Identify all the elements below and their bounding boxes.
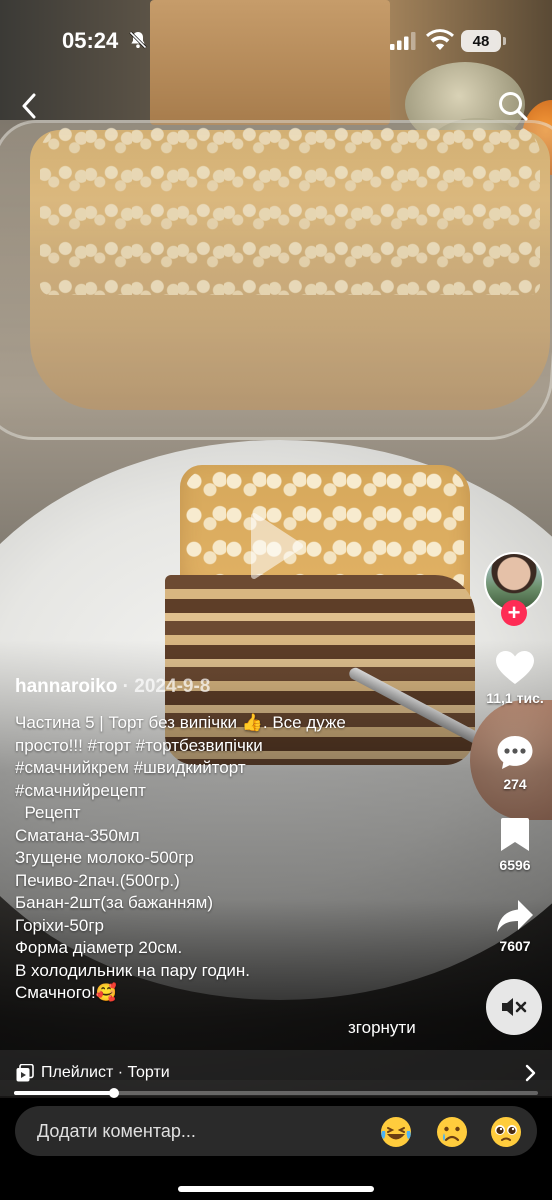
- video-caption[interactable]: Частина 5 | Торт без випічки 👍. Все дуже…: [15, 712, 455, 1005]
- comment-bar: Додати коментар...: [0, 1098, 552, 1200]
- save-count: 6596: [499, 857, 531, 873]
- pleading-emoji-icon[interactable]: [489, 1115, 523, 1149]
- save-button[interactable]: 6596: [482, 817, 548, 873]
- status-bar: 05:24 48: [0, 0, 552, 80]
- caption-line: Згущене молоко-500гр: [15, 848, 194, 867]
- wifi-icon: [426, 29, 454, 50]
- progress-fill: [14, 1091, 114, 1095]
- playlist-icon: [16, 1064, 34, 1082]
- author-line: hannaroiko · 2024-9-8: [15, 676, 210, 698]
- caption-line: Частина 5 | Торт без випічки 👍. Все дуже: [15, 713, 346, 732]
- bookmark-icon: [501, 818, 529, 851]
- comment-placeholder: Додати коментар...: [37, 1121, 196, 1141]
- share-count: 7607: [499, 938, 531, 954]
- caption-line: просто!!! #торт #тортбезвипічки: [15, 735, 263, 755]
- comment-icon: [497, 736, 533, 769]
- playlist-bar[interactable]: Плейлист · Торти: [0, 1050, 552, 1096]
- battery-tip: [503, 37, 506, 45]
- video-progress-bar[interactable]: [14, 1088, 538, 1098]
- bell-slash-icon: [129, 31, 147, 49]
- chevron-right-icon: [525, 1064, 536, 1082]
- caption-line: Банан-2шт(за бажанням): [15, 893, 213, 912]
- caption-line: Смачного!🥰: [15, 983, 117, 1002]
- comment-input[interactable]: Додати коментар...: [15, 1106, 537, 1156]
- speaker-muted-icon: [502, 998, 527, 1016]
- caption-line: Сматана-350мл: [15, 825, 140, 845]
- comment-button[interactable]: 274: [482, 734, 548, 792]
- signal-icon: [390, 32, 416, 50]
- home-indicator: [178, 1186, 374, 1192]
- caption-line: Горіхи-50гр: [15, 915, 104, 935]
- comment-count: 274: [503, 776, 527, 792]
- crying-emoji-icon: [437, 1117, 467, 1147]
- chevron-left-icon: [22, 93, 36, 119]
- battery-level: 48: [472, 32, 490, 50]
- laughing-emoji-icon: [381, 1117, 411, 1147]
- search-icon[interactable]: [497, 90, 529, 122]
- date-separator: ·: [117, 676, 135, 697]
- share-icon: [497, 900, 533, 932]
- like-count: 11,1 тис.: [486, 690, 544, 706]
- pleading-emoji-icon: [491, 1117, 521, 1147]
- follow-button[interactable]: +: [501, 600, 527, 626]
- glass-dish: [0, 120, 552, 440]
- caption-line: #смачнийкрем #швидкийторт: [15, 758, 246, 777]
- back-button[interactable]: [14, 90, 44, 122]
- mute-button[interactable]: [486, 979, 542, 1035]
- like-button[interactable]: 11,1 тис.: [482, 650, 548, 706]
- battery-icon: 48: [461, 30, 501, 52]
- post-date: 2024-9-8: [134, 676, 211, 697]
- caption-line: Печиво-2пач.(500гр.): [15, 870, 180, 890]
- laughing-emoji-icon[interactable]: [379, 1115, 413, 1149]
- progress-knob[interactable]: [108, 1088, 119, 1098]
- crying-emoji-icon[interactable]: [435, 1115, 469, 1149]
- collapse-caption-link[interactable]: згорнути: [348, 1018, 416, 1038]
- playlist-label: Плейлист · Торти: [41, 1064, 170, 1081]
- heart-icon: [496, 651, 534, 684]
- share-button[interactable]: 7607: [482, 898, 548, 954]
- status-time: 05:24: [62, 28, 119, 53]
- play-icon[interactable]: [248, 512, 304, 580]
- caption-line: В холодильник на пару годин.: [15, 960, 251, 980]
- caption-line: Форма діаметр 20см.: [15, 938, 183, 957]
- caption-line: Рецепт: [15, 803, 81, 822]
- caption-line: #смачнийрецепт: [15, 780, 146, 800]
- author-name[interactable]: hannaroiko: [15, 676, 117, 697]
